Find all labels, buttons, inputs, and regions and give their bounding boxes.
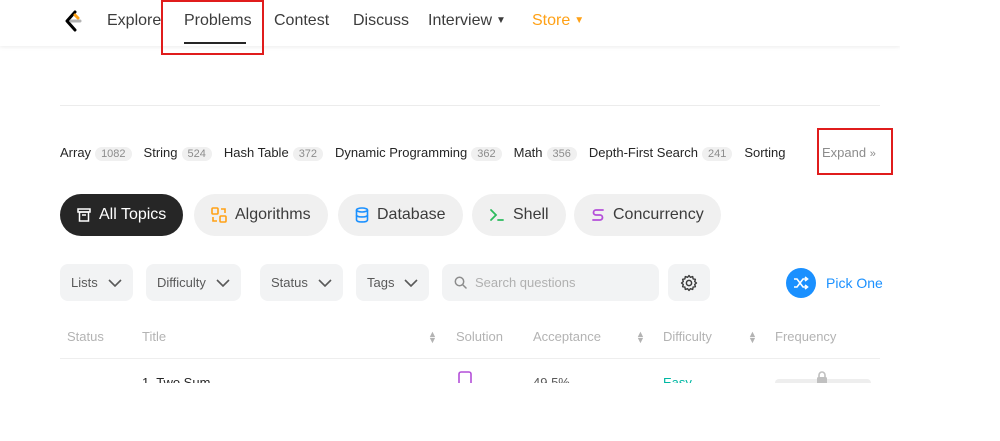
- nav-interview[interactable]: Interview ▼: [428, 12, 506, 30]
- tag-count: 372: [292, 147, 324, 161]
- tag-array[interactable]: Array 1082: [60, 145, 132, 161]
- lists-dropdown[interactable]: Lists: [60, 264, 133, 301]
- row-title-link[interactable]: 1. Two Sum: [142, 375, 210, 383]
- lock-icon: [816, 371, 828, 383]
- tag-count: 241: [701, 147, 733, 161]
- chevron-down-icon: [404, 278, 419, 287]
- tag-math[interactable]: Math 356: [514, 145, 577, 161]
- shuffle-icon: [786, 268, 816, 298]
- header-title[interactable]: Title: [142, 329, 166, 344]
- lists-label: Lists: [71, 275, 98, 290]
- row-status: —: [70, 375, 83, 383]
- tag-strip: Array 1082 String 524 Hash Table 372 Dynamic P…: [60, 144, 815, 164]
- concurrency-icon: [592, 209, 604, 221]
- status-label: Status: [271, 275, 308, 290]
- row-difficulty: Easy: [663, 375, 692, 383]
- chevron-down-icon: [318, 278, 332, 287]
- tag-label: String: [143, 145, 178, 160]
- pick-one-label: Pick One: [826, 275, 883, 291]
- table-row[interactable]: — 1. Two Sum 49.5% Easy: [60, 359, 880, 383]
- topic-database[interactable]: Database: [338, 194, 463, 236]
- tag-hash-table[interactable]: Hash Table 372: [223, 145, 324, 161]
- tag-string[interactable]: String 524: [144, 145, 212, 161]
- top-navbar: Explore Problems Contest Discuss Intervi…: [0, 0, 900, 46]
- highlight-box-problems: [161, 0, 264, 55]
- sort-icon[interactable]: ▲ ▼: [748, 330, 757, 345]
- tag-count: 362: [471, 147, 502, 161]
- tag-label: Math: [513, 145, 543, 160]
- difficulty-label: Difficulty: [157, 275, 206, 290]
- topic-label: Database: [377, 206, 446, 223]
- caret-down-icon: ▼: [496, 15, 506, 26]
- tag-label: Sorting: [744, 145, 786, 160]
- database-icon: [355, 207, 369, 223]
- tag-label: Dynamic Programming: [335, 145, 468, 160]
- header-frequency: Frequency: [775, 329, 837, 344]
- nav-interview-label: Interview: [428, 12, 493, 29]
- chevron-down-icon: [108, 278, 122, 287]
- caret-down-icon: ▼: [574, 15, 585, 26]
- search-box: [442, 264, 659, 301]
- tag-count: 356: [546, 147, 577, 161]
- topic-label: Concurrency: [613, 206, 704, 223]
- nav-contest[interactable]: Contest: [274, 12, 329, 30]
- tag-count: 524: [181, 147, 212, 161]
- solution-doc-icon[interactable]: [458, 371, 472, 383]
- sort-icon[interactable]: ▲ ▼: [636, 330, 645, 345]
- topic-label: Algorithms: [235, 206, 311, 223]
- topic-label: All Topics: [99, 206, 167, 223]
- nav-store[interactable]: Store ▼: [532, 12, 584, 30]
- topic-concurrency[interactable]: Concurrency: [574, 194, 721, 236]
- topic-label: Shell: [513, 206, 549, 223]
- nav-store-label: Store: [532, 12, 571, 29]
- header-solution: Solution: [456, 329, 503, 344]
- tags-dropdown[interactable]: Tags: [356, 264, 430, 301]
- topic-algorithms[interactable]: Algorithms: [194, 194, 328, 236]
- header-acceptance[interactable]: Acceptance: [533, 329, 601, 344]
- tag-count: 1082: [95, 147, 132, 161]
- highlight-box-expand: [817, 128, 893, 175]
- topic-all-topics[interactable]: All Topics: [60, 194, 184, 236]
- section-divider: [60, 105, 880, 106]
- settings-button[interactable]: [668, 264, 710, 301]
- header-difficulty[interactable]: Difficulty: [663, 329, 712, 344]
- nav-explore[interactable]: Explore: [107, 12, 161, 30]
- chevron-down-icon: [216, 278, 230, 287]
- algorithms-icon: [211, 207, 227, 223]
- pick-one-button[interactable]: Pick One: [786, 268, 883, 298]
- nav-discuss[interactable]: Discuss: [353, 12, 409, 30]
- right-blank-pane: [900, 0, 1000, 441]
- tag-label: Depth-First Search: [588, 145, 698, 160]
- status-dropdown[interactable]: Status: [260, 264, 343, 301]
- tag-label: Hash Table: [223, 145, 289, 160]
- tag-dynamic-programming[interactable]: Dynamic Programming 362: [335, 145, 502, 161]
- search-icon: [454, 276, 467, 289]
- leetcode-logo-icon[interactable]: [62, 10, 84, 32]
- tag-sorting[interactable]: Sorting: [744, 145, 785, 160]
- shell-icon: [490, 209, 504, 221]
- topic-shell[interactable]: Shell: [472, 194, 566, 236]
- tags-label: Tags: [367, 275, 395, 290]
- row-acceptance: 49.5%: [533, 375, 570, 383]
- gear-icon: [680, 274, 698, 291]
- search-input[interactable]: [475, 275, 645, 290]
- list-icon: [77, 208, 91, 222]
- header-status: Status: [67, 329, 104, 344]
- difficulty-dropdown[interactable]: Difficulty: [146, 264, 241, 301]
- sort-icon[interactable]: ▲ ▼: [428, 330, 437, 345]
- tag-depth-first-search[interactable]: Depth-First Search 241: [588, 145, 733, 161]
- tag-label: Array: [60, 145, 92, 160]
